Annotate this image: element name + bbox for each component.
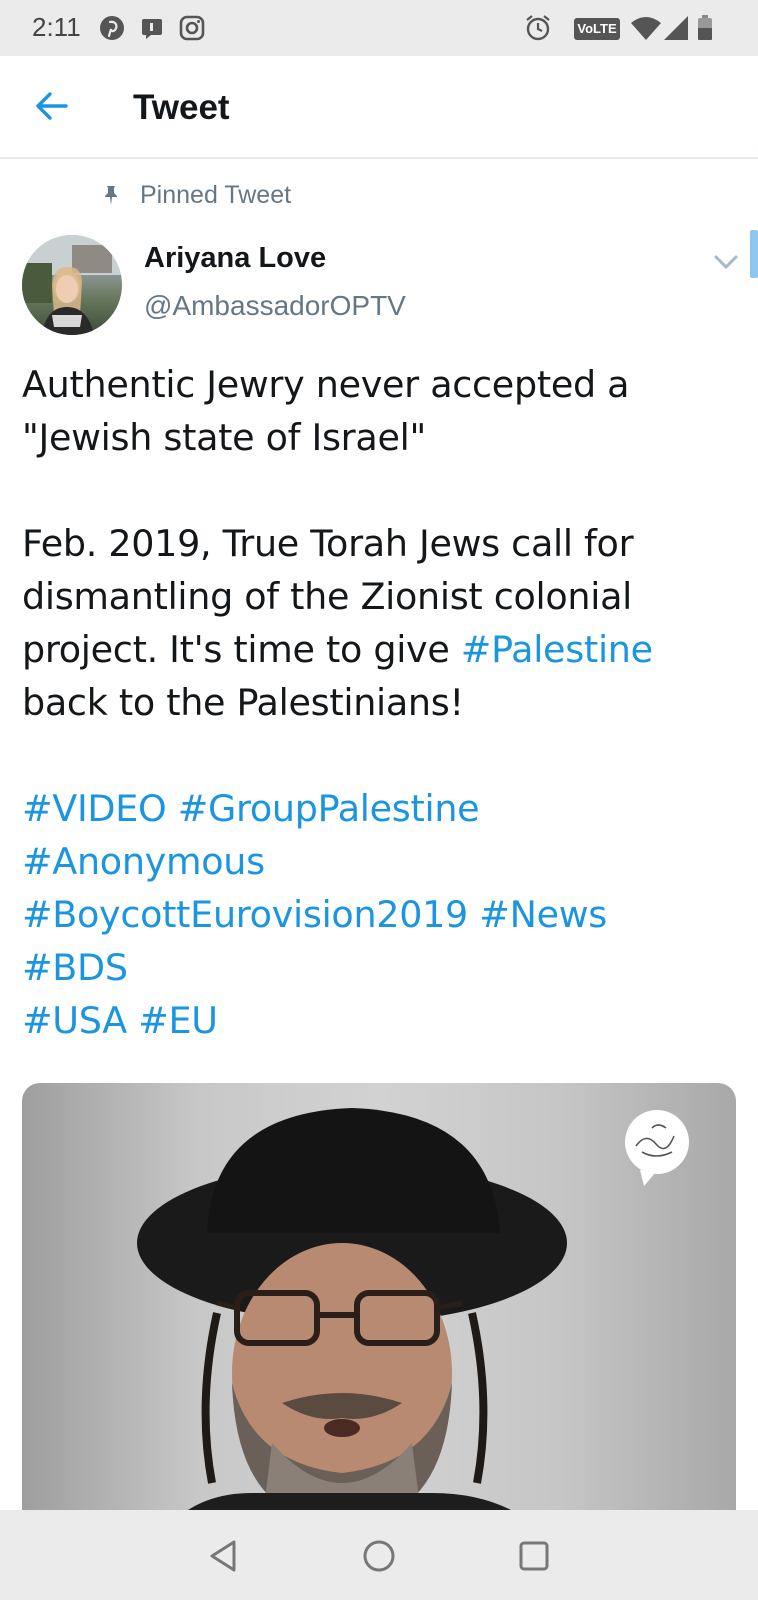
page-title: Tweet <box>133 88 230 127</box>
hashtag-usa[interactable]: #USA <box>22 999 127 1042</box>
tweet-line: Authentic Jewry never accepted a <box>22 363 630 406</box>
pinterest-icon <box>100 16 124 40</box>
hashtag-line: #BDS <box>22 941 736 994</box>
avatar[interactable] <box>22 235 122 335</box>
tweet-text: Authentic Jewry never accepted a "Jewish… <box>22 358 736 1047</box>
channel-logo-icon <box>625 1110 689 1186</box>
arrow-left-icon <box>36 92 68 120</box>
hashtag-line: #Anonymous <box>22 835 736 888</box>
alarm-icon <box>526 15 550 41</box>
recents-square-icon[interactable] <box>514 1536 554 1576</box>
tweet-line-text: project. It's time to give <box>22 628 461 671</box>
notification-icon <box>142 19 162 39</box>
hashtag-boycotteurovision2019[interactable]: #BoycottEurovision2019 <box>22 893 468 936</box>
hashtag-eu[interactable]: #EU <box>138 999 218 1042</box>
tweet-line: Feb. 2019, True Torah Jews call for <box>22 522 634 565</box>
status-bar: 2:11 VoLTE <box>0 0 758 56</box>
hashtag-bds[interactable]: #BDS <box>22 946 128 989</box>
avatar-image <box>22 235 122 335</box>
hashtag-grouppalestine[interactable]: #GroupPalestine <box>178 787 480 830</box>
hashtag-palestine[interactable]: #Palestine <box>461 628 653 671</box>
tweet-line: back to the Palestinians! <box>22 681 464 724</box>
author-name[interactable]: Ariyana Love <box>144 242 326 275</box>
hashtag-line: #BoycottEurovision2019 #News <box>22 888 736 941</box>
tweet-line: "Jewish state of Israel" <box>22 416 426 459</box>
home-circle-icon[interactable] <box>359 1536 399 1576</box>
tweet-line: dismantling of the Zionist colonial <box>22 575 633 618</box>
back-triangle-icon[interactable] <box>204 1536 244 1576</box>
tweet-options-button[interactable] <box>712 252 740 272</box>
hashtag-video[interactable]: #VIDEO <box>22 787 167 830</box>
battery-icon <box>698 15 712 40</box>
status-time: 2:11 <box>32 12 81 42</box>
tweet-media-video[interactable] <box>22 1083 736 1523</box>
hashtag-news[interactable]: #News <box>479 893 607 936</box>
back-button[interactable] <box>30 84 74 128</box>
scroll-indicator <box>750 230 758 278</box>
wifi-icon <box>631 17 661 40</box>
pin-icon <box>105 186 117 205</box>
system-nav-bar <box>0 1510 758 1600</box>
author-handle[interactable]: @AmbassadorOPTV <box>144 290 406 322</box>
hashtag-line: #VIDEO #GroupPalestine <box>22 782 736 835</box>
app-bar: Tweet <box>0 56 758 159</box>
tweet-line: project. It's time to give #Palestine <box>22 623 736 676</box>
hashtag-anonymous[interactable]: #Anonymous <box>22 840 265 883</box>
volte-icon: VoLTE <box>574 18 620 40</box>
chevron-down-icon <box>714 255 738 270</box>
hashtag-line: #USA #EU <box>22 994 736 1047</box>
signal-icon <box>664 16 688 40</box>
instagram-icon <box>179 15 205 41</box>
pinned-label: Pinned Tweet <box>140 181 292 209</box>
